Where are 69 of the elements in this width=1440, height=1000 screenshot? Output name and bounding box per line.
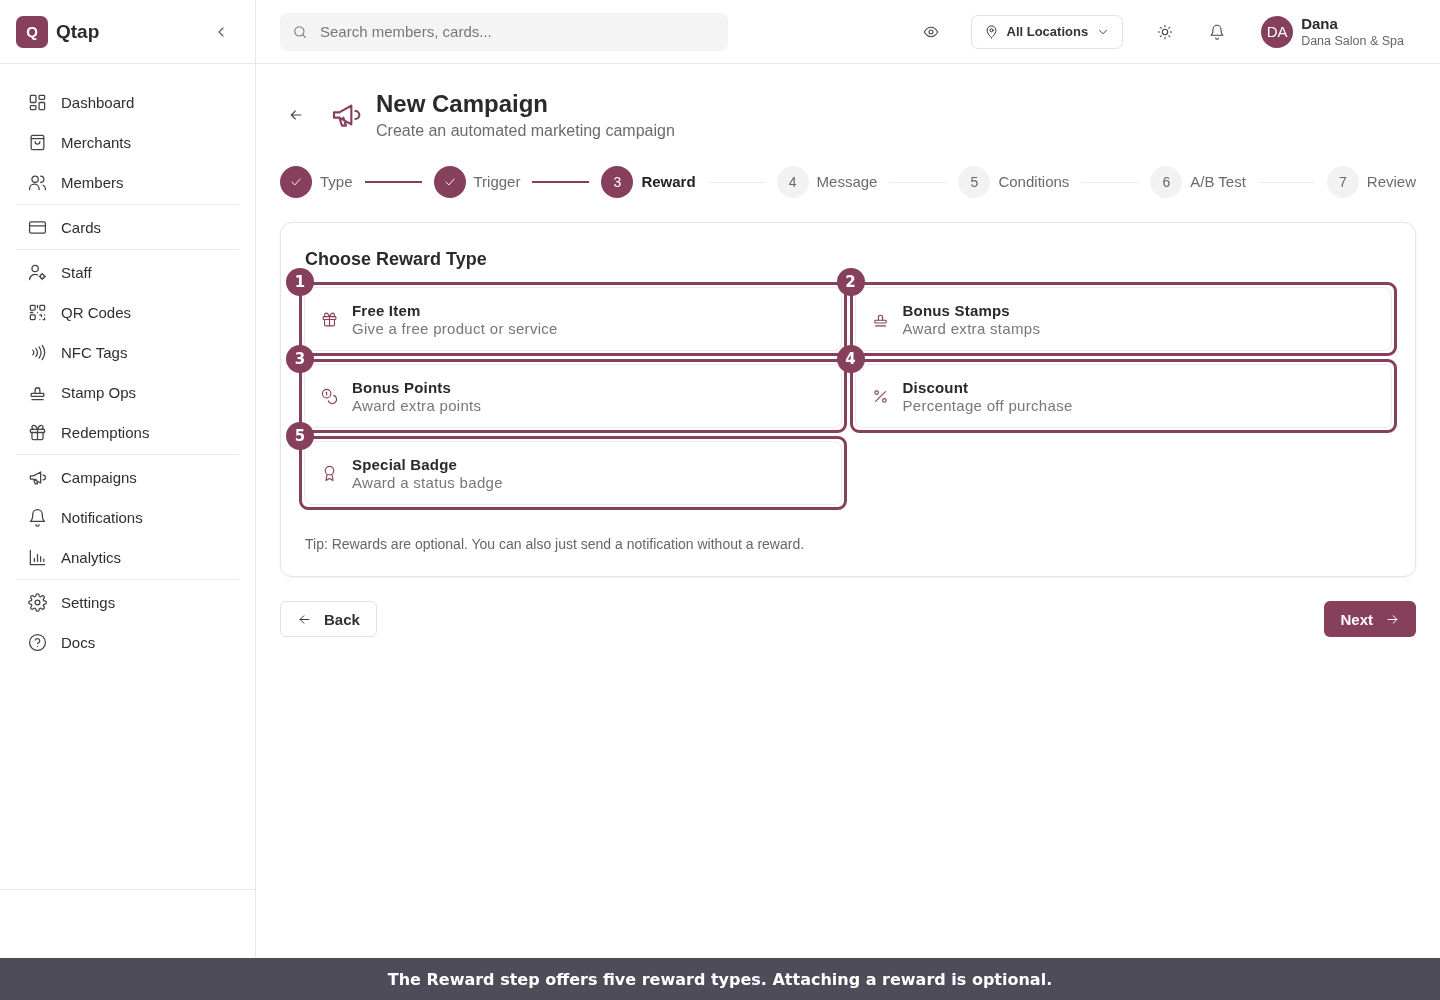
- callout-marker: 3: [286, 345, 314, 373]
- nav-item[interactable]: Campaigns: [16, 457, 239, 497]
- layout-grid-icon: [28, 92, 47, 112]
- nav-item[interactable]: Merchants: [16, 122, 239, 162]
- qr-code-icon: [28, 302, 47, 322]
- location-dropdown[interactable]: All Locations: [970, 14, 1124, 49]
- user-name: Dana: [1301, 15, 1339, 32]
- tip-text: Tip: Rewards are optional. You can also just send a notification without a reward.: [305, 536, 806, 552]
- user-avatar[interactable]: DA: [1261, 15, 1294, 48]
- step-number: 5: [958, 166, 991, 198]
- callout-marker: 1: [286, 268, 314, 296]
- reward-option-card[interactable]: Free Item Give a free product or service: [304, 287, 842, 351]
- back-button[interactable]: Back: [280, 601, 377, 637]
- step-number: 3: [601, 166, 634, 198]
- step-number: 4: [776, 166, 809, 198]
- section-title: Choose Reward Type: [305, 249, 488, 270]
- coins-icon: [321, 387, 338, 405]
- help-circle-icon: [28, 632, 47, 652]
- step-number: 6: [1150, 166, 1183, 198]
- reward-option-card[interactable]: Bonus Stamps Award extra stamps: [854, 287, 1392, 351]
- bar-chart-icon: [28, 547, 47, 567]
- page-title: New Campaign: [376, 90, 550, 118]
- reward-description: Award extra points: [352, 396, 482, 414]
- reward-description: Award extra stamps: [902, 319, 1041, 337]
- reward-description: Award a status badge: [352, 473, 503, 491]
- nav-item[interactable]: Settings: [16, 582, 239, 622]
- arrow-left-icon: [288, 107, 304, 123]
- reward-title: Special Badge: [352, 455, 459, 473]
- nav-item[interactable]: Cards: [16, 207, 239, 247]
- caption-text: The Reward step offers five reward types. Attaching a reward is optional.: [387, 969, 1053, 989]
- reward-title: Free Item: [352, 301, 422, 319]
- reward-title: Bonus Stamps: [902, 301, 1011, 319]
- reward-option-card[interactable]: Bonus Points Award extra points: [304, 364, 842, 428]
- page-subtitle: Create an automated marketing campaign: [376, 122, 675, 140]
- nav-item[interactable]: Redemptions: [16, 412, 239, 452]
- sun-icon: [1157, 23, 1174, 40]
- settings-icon: [28, 592, 47, 612]
- percent-icon: [871, 387, 889, 405]
- bell-icon: [1209, 23, 1226, 40]
- nav-item[interactable]: Docs: [16, 622, 239, 662]
- user-gear-icon: [28, 262, 47, 282]
- shopping-bag-icon: [28, 132, 47, 152]
- reward-option-card[interactable]: Special Badge Award a status badge: [304, 441, 842, 505]
- search-field[interactable]: Search members, cards...: [280, 12, 728, 51]
- nav-item[interactable]: Dashboard: [16, 82, 239, 122]
- nav-item[interactable]: NFC Tags: [16, 332, 239, 372]
- reward-option-card[interactable]: Discount Percentage off purchase: [854, 364, 1392, 428]
- reward-title: Bonus Points: [352, 378, 453, 396]
- reward-title: Discount: [902, 378, 970, 396]
- search-icon: [292, 23, 308, 40]
- nav-item[interactable]: Stamp Ops: [16, 372, 239, 412]
- reward-description: Percentage off purchase: [902, 396, 1073, 414]
- step-number: 7: [1326, 166, 1359, 198]
- logo-mark: Q: [16, 15, 48, 48]
- bell-icon: [28, 507, 47, 527]
- nav-item[interactable]: Notifications: [16, 497, 239, 537]
- callout-marker: 5: [286, 422, 314, 450]
- gift-icon: [28, 422, 47, 442]
- brand-name: Qtap: [56, 20, 101, 43]
- callout-marker: 4: [836, 345, 865, 373]
- gift-icon: [321, 310, 338, 328]
- callout-marker: 2: [836, 268, 865, 296]
- nav-item[interactable]: QR Codes: [16, 292, 239, 332]
- nav-item[interactable]: Analytics: [16, 537, 239, 577]
- nav-item[interactable]: Members: [16, 162, 239, 202]
- nav-item[interactable]: Staff: [16, 252, 239, 292]
- reward-description: Give a free product or service: [352, 319, 558, 337]
- next-button[interactable]: Next: [1324, 601, 1416, 637]
- business-name: Dana Salon & Spa: [1301, 34, 1404, 48]
